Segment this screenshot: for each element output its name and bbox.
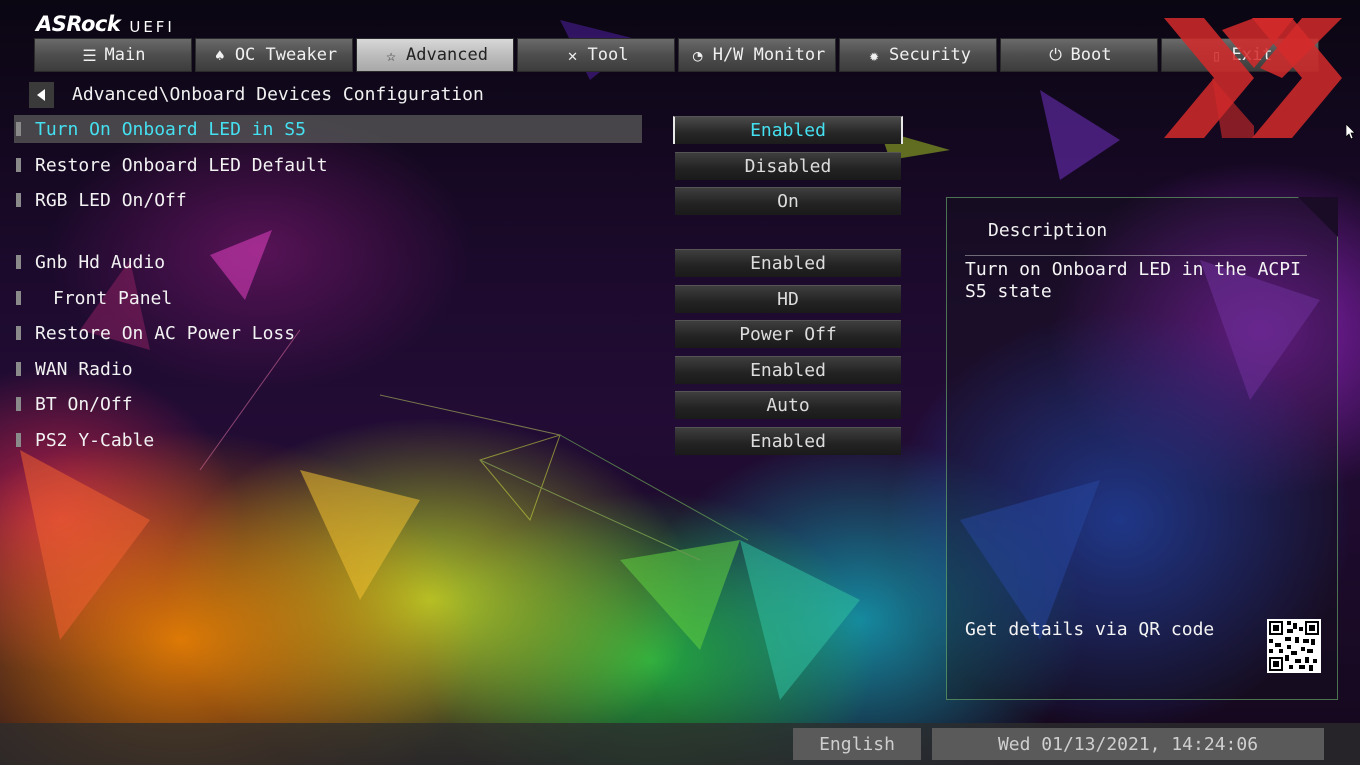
list-icon: ☰ [82, 45, 97, 65]
xx-watermark-logo [1164, 18, 1342, 138]
main-tabs: ☰ Main ♠ OC Tweaker ☆ Advanced ✕ Tool ◔ … [34, 38, 1319, 72]
tab-boot[interactable]: ⏻ Boot [1000, 38, 1158, 72]
tab-advanced[interactable]: ☆ Advanced [356, 38, 514, 72]
shield-icon: ✹ [869, 45, 879, 65]
asrock-logo: ASRock UEFI [36, 10, 175, 36]
tab-label: Security [889, 45, 971, 65]
tab-label: H/W Monitor [712, 45, 826, 65]
setting-label: Front Panel [53, 287, 173, 309]
setting-value-ac-power-loss[interactable]: Power Off [675, 320, 901, 348]
row-marker [16, 326, 21, 340]
setting-row-rgb-led[interactable]: RGB LED On/Off [14, 186, 642, 214]
divider [965, 255, 1307, 256]
row-marker [16, 291, 21, 305]
setting-value-onboard-led-s5[interactable]: Enabled [673, 116, 903, 144]
setting-value-bt[interactable]: Auto [675, 391, 901, 419]
row-marker [16, 122, 21, 136]
tools-icon: ✕ [567, 45, 578, 65]
tab-label: Advanced [406, 45, 488, 65]
setting-label: Gnb Hd Audio [35, 251, 166, 273]
row-marker [16, 193, 21, 207]
setting-label: RGB LED On/Off [35, 189, 187, 211]
description-panel: Description Turn on Onboard LED in the A… [946, 197, 1338, 700]
tab-tool[interactable]: ✕ Tool [517, 38, 675, 72]
date-time-display: Wed 01/13/2021, 14:24:06 [932, 728, 1324, 760]
qr-label: Get details via QR code [965, 619, 1215, 640]
setting-row-ac-power-loss[interactable]: Restore On AC Power Loss [14, 319, 642, 347]
setting-label: PS2 Y-Cable [35, 429, 155, 451]
gauge-icon: ◔ [692, 45, 703, 65]
description-title: Description [988, 220, 1108, 241]
setting-value-front-panel[interactable]: HD [675, 285, 901, 313]
panel-corner [1298, 197, 1338, 237]
row-marker [16, 397, 21, 411]
setting-row-onboard-led-s5[interactable]: Turn On Onboard LED in S5 [14, 115, 642, 143]
power-icon: ⏻ [1049, 45, 1062, 64]
row-marker [16, 433, 21, 447]
tab-label: Main [104, 45, 146, 65]
tab-hw-monitor[interactable]: ◔ H/W Monitor [678, 38, 836, 72]
tab-main[interactable]: ☰ Main [34, 38, 192, 72]
description-text: Turn on Onboard LED in the ACPI S5 state [965, 259, 1301, 302]
tab-label: Boot [1070, 45, 1112, 65]
logo-sub: UEFI [129, 18, 175, 36]
tab-label: OC Tweaker [234, 45, 338, 65]
setting-value-wan-radio[interactable]: Enabled [675, 356, 901, 384]
tab-security[interactable]: ✹ Security [839, 38, 997, 72]
logo-main: ASRock [36, 12, 121, 36]
setting-value-gnb-hd-audio[interactable]: Enabled [675, 249, 901, 277]
setting-row-ps2-y-cable[interactable]: PS2 Y-Cable [14, 426, 642, 454]
setting-row-bt[interactable]: BT On/Off [14, 390, 642, 418]
setting-label: Restore Onboard LED Default [35, 154, 328, 176]
setting-row-gnb-hd-audio[interactable]: Gnb Hd Audio [14, 248, 642, 276]
row-marker [16, 158, 21, 172]
setting-label: Turn On Onboard LED in S5 [35, 118, 306, 140]
setting-row-wan-radio[interactable]: WAN Radio [14, 355, 642, 383]
back-arrow-icon [36, 89, 45, 101]
setting-label: WAN Radio [35, 358, 133, 380]
setting-value-ps2-y-cable[interactable]: Enabled [675, 427, 901, 455]
row-marker [16, 362, 21, 376]
setting-value-rgb-led[interactable]: On [675, 187, 901, 215]
setting-value-restore-led-default[interactable]: Disabled [675, 152, 901, 180]
setting-label: BT On/Off [35, 393, 133, 415]
tab-oc-tweaker[interactable]: ♠ OC Tweaker [195, 38, 353, 72]
setting-row-restore-led-default[interactable]: Restore Onboard LED Default [14, 151, 642, 179]
breadcrumb: Advanced\Onboard Devices Configuration [72, 84, 484, 105]
star-icon: ☆ [386, 45, 396, 65]
setting-label: Restore On AC Power Loss [35, 322, 296, 344]
tab-label: Tool [587, 45, 629, 65]
qr-code-icon [1267, 619, 1321, 673]
setting-row-front-panel[interactable]: Front Panel [14, 284, 642, 312]
rocket-icon: ♠ [214, 45, 225, 65]
language-button[interactable]: English [793, 728, 921, 760]
row-marker [16, 255, 21, 269]
mouse-cursor-icon [1346, 124, 1356, 140]
back-button[interactable] [29, 82, 54, 108]
